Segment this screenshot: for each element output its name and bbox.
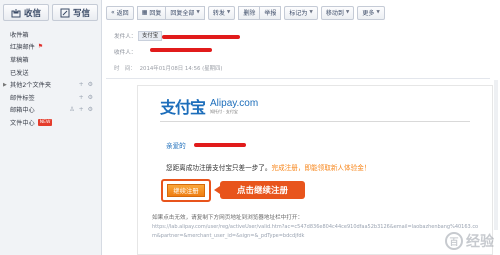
chevron-down-icon: ▼	[226, 10, 231, 15]
mail-center-actions: ♙ + ⚙	[69, 106, 93, 113]
settings-icon[interactable]: ⚙	[88, 81, 93, 88]
mark-as-label: 标记为	[289, 10, 308, 17]
move-to-button[interactable]: 移动到 ▼	[320, 5, 355, 20]
mark-as-button[interactable]: 标记为 ▼	[284, 5, 318, 20]
time-value: 2014年01月08日 14:56 (星期四)	[139, 66, 223, 72]
compose-button[interactable]: 写信	[52, 4, 98, 21]
red-flag-icon: ⚑	[37, 43, 44, 51]
mail-header: 发件人： 支付宝 收件人： 时 间： 2014年01月08日 14:56 (星期…	[106, 26, 500, 78]
baidu-watermark: 百 经验	[445, 231, 494, 251]
intro-highlight: 完成注册，即能领取新人体验金！	[271, 164, 371, 172]
reply-all-button[interactable]: 回复全部 ▼	[166, 5, 205, 20]
redaction-bar	[162, 35, 240, 39]
mail-toolbar: «返回 ▦ 回复 回复全部 ▼ 转发 ▼ 删除 举报 标记为 ▼ 移动到 ▼ 更多 ▼	[106, 4, 500, 21]
delete-group: 删除 举报	[238, 5, 282, 20]
sidebar-item-flagged[interactable]: 红旗邮件 ⚑	[0, 41, 101, 54]
more-button[interactable]: 更多 ▼	[357, 5, 385, 20]
back-button[interactable]: «返回	[106, 5, 134, 20]
sidebar-item-label: 邮箱中心	[10, 107, 35, 115]
report-button[interactable]: 举报	[260, 5, 282, 20]
receive-button[interactable]: 收信	[3, 4, 49, 21]
add-icon[interactable]: +	[79, 106, 84, 113]
move-to-label: 移动到	[325, 10, 344, 17]
receive-label: 收信	[23, 8, 41, 19]
reply-button[interactable]: ▦ 回复	[136, 5, 167, 20]
logo-mark: 支付宝	[160, 98, 206, 117]
time-row: 时 间： 2014年01月08日 14:56 (星期四)	[114, 64, 223, 72]
cta-highlight-box: 继续注册	[161, 179, 211, 202]
reply-icon: ▦	[141, 9, 148, 16]
sidebar-item-file-center[interactable]: 文件中心 NEW	[0, 116, 101, 129]
sidebar-item-label: 收件箱	[10, 31, 29, 39]
back-label: 返回	[116, 10, 129, 17]
new-badge: NEW	[37, 118, 53, 126]
sidebar-item-labels[interactable]: 邮件标签 + ⚙	[0, 91, 101, 104]
forward-button[interactable]: 转发 ▼	[207, 5, 236, 20]
sidebar-item-drafts[interactable]: 草稿箱	[0, 53, 101, 66]
alipay-logo: 支付宝 Alipay.com 知托付 · 支付宝	[160, 94, 258, 118]
scrollbar[interactable]	[494, 80, 498, 230]
watermark-logo-icon: 百	[445, 232, 463, 250]
sidebar-item-label: 已发送	[10, 69, 29, 77]
redaction-bar	[150, 48, 212, 52]
sidebar-item-mail-center[interactable]: 邮箱中心 ♙ + ⚙	[0, 104, 101, 117]
intro-text: 您距离成功注册支付宝只差一步了。	[166, 164, 272, 172]
user-icon[interactable]: ♙	[69, 106, 74, 113]
sidebar-top-buttons: 收信 写信	[0, 0, 101, 23]
delete-label: 删除	[243, 10, 256, 17]
chevron-down-icon: ▼	[376, 10, 380, 15]
expand-caret-icon: ▶	[3, 81, 7, 88]
logo-text: Alipay.com 知托付 · 支付宝	[210, 98, 258, 115]
chevron-down-icon: ▼	[309, 10, 313, 15]
folder-list: 收件箱 红旗邮件 ⚑ 草稿箱 已发送 ▶ 其他2个文件夹 + ⚙ 邮件标签 + ⚙ 邮箱中心…	[0, 23, 101, 129]
chevron-down-icon: ▼	[345, 10, 350, 15]
continue-register-button[interactable]: 继续注册	[167, 184, 205, 197]
settings-icon[interactable]: ⚙	[88, 106, 93, 113]
mail-body: 支付宝 Alipay.com 知托付 · 支付宝 亲爱的 您距离成功注册支付宝只…	[137, 85, 493, 255]
delete-button[interactable]: 删除	[238, 5, 261, 20]
header-divider	[106, 78, 490, 79]
sidebar-item-other-folders[interactable]: ▶ 其他2个文件夹 + ⚙	[0, 78, 101, 91]
logo-en: Alipay.com	[210, 97, 259, 109]
add-icon[interactable]: +	[79, 81, 84, 88]
logo-divider	[160, 121, 470, 122]
watermark-text: 经验	[466, 234, 494, 250]
reply-group: ▦ 回复 回复全部 ▼	[136, 5, 205, 20]
forward-label: 转发	[212, 10, 225, 17]
greeting-text: 亲爱的	[166, 142, 186, 150]
sidebar-item-label: 文件中心	[10, 119, 35, 127]
sidebar-item-label: 邮件标签	[10, 94, 35, 102]
sidebar-item-label: 其他2个文件夹	[10, 82, 52, 90]
more-label: 更多	[362, 10, 375, 17]
inbox-icon	[11, 8, 21, 17]
sidebar-item-label: 草稿箱	[10, 56, 29, 64]
activation-link[interactable]: https://lab.alipay.com/user/reg/activeUs…	[152, 223, 482, 240]
compose-icon	[60, 8, 70, 17]
recipient-label: 收件人：	[114, 49, 137, 56]
chevron-down-icon: ▼	[196, 10, 200, 15]
compose-label: 写信	[72, 8, 90, 19]
sidebar-item-inbox[interactable]: 收件箱	[0, 28, 101, 41]
sender-name[interactable]: 支付宝	[138, 30, 163, 41]
add-icon[interactable]: +	[79, 94, 84, 101]
label-actions: + ⚙	[79, 94, 93, 101]
report-label: 举报	[264, 10, 277, 17]
sidebar-item-label: 红旗邮件	[10, 44, 35, 52]
intro-line: 您距离成功注册支付宝只差一步了。完成注册，即能领取新人体验金！	[166, 162, 370, 172]
instruction-callout: 点击继续注册	[214, 181, 305, 199]
sender-label: 发件人：	[114, 33, 137, 40]
reply-label: 回复	[149, 10, 162, 17]
sidebar-item-sent[interactable]: 已发送	[0, 66, 101, 79]
logo-tagline: 知托付 · 支付宝	[210, 108, 238, 114]
folder-actions: + ⚙	[79, 81, 93, 88]
greeting: 亲爱的	[166, 140, 186, 150]
settings-icon[interactable]: ⚙	[88, 94, 93, 101]
time-label: 时 间：	[114, 66, 136, 72]
redaction-bar	[194, 143, 246, 147]
sidebar: 收信 写信 收件箱 红旗邮件 ⚑ 草稿箱 已发送 ▶ 其他2个文件夹 + ⚙ 邮件标签 +…	[0, 0, 102, 255]
link-intro: 如果点击无效，请复制下方网页地址到浏览器地址栏中打开：	[152, 215, 304, 221]
back-arrow-icon: «	[111, 9, 115, 16]
reply-all-label: 回复全部	[170, 10, 195, 17]
